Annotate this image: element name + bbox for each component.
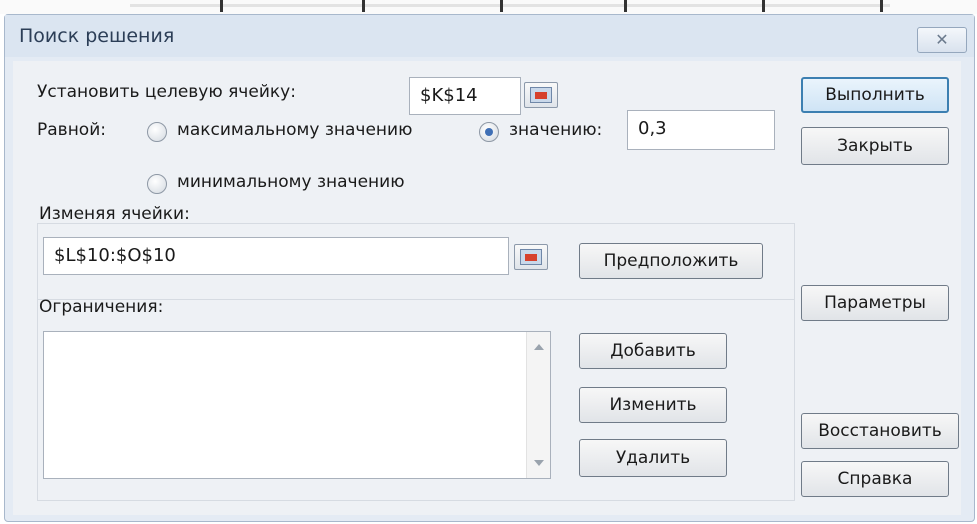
radio-value-label[interactable]: значению: <box>509 120 602 140</box>
delete-constraint-button[interactable]: Удалить <box>579 439 727 477</box>
radio-max[interactable] <box>147 122 167 142</box>
grid-tick <box>880 0 883 12</box>
options-button[interactable]: Параметры <box>801 285 949 321</box>
solver-dialog: Поиск решения ✕ Установить целевую ячейк… <box>4 14 975 522</box>
radio-max-label[interactable]: максимальному значению <box>177 120 412 140</box>
value-input[interactable]: 0,3 <box>627 110 775 150</box>
radio-min[interactable] <box>147 174 167 194</box>
close-icon: ✕ <box>935 30 949 49</box>
constraints-scrollbar[interactable] <box>526 332 550 478</box>
spreadsheet-background <box>0 0 977 14</box>
reset-button-label: Восстановить <box>818 421 942 441</box>
run-button-label: Выполнить <box>825 85 925 105</box>
target-cell-ref-button[interactable] <box>524 82 558 108</box>
help-button[interactable]: Справка <box>801 461 949 497</box>
add-constraint-label: Добавить <box>610 341 696 361</box>
options-button-label: Параметры <box>824 293 926 313</box>
guess-button[interactable]: Предположить <box>579 243 763 279</box>
scroll-down-arrow-icon[interactable] <box>534 460 544 466</box>
dialog-body: Установить целевую ячейку: $K$14 Равной:… <box>13 61 961 515</box>
changing-cells-label: Изменяя ячейки: <box>39 204 190 224</box>
guess-button-label: Предположить <box>603 251 739 271</box>
target-cell-label: Установить целевую ячейку: <box>37 82 296 102</box>
grid-tick <box>220 0 223 12</box>
help-button-label: Справка <box>837 469 913 489</box>
change-constraint-button[interactable]: Изменить <box>579 387 727 423</box>
reset-button[interactable]: Восстановить <box>801 413 959 449</box>
grid-tick <box>362 0 365 12</box>
add-constraint-button[interactable]: Добавить <box>579 333 727 369</box>
close-window-button[interactable]: ✕ <box>917 27 967 53</box>
target-cell-value: $K$14 <box>420 85 478 106</box>
changing-cells-input[interactable]: $L$10:$O$10 <box>43 237 509 275</box>
target-cell-input[interactable]: $K$14 <box>409 77 521 115</box>
grid-line <box>130 4 890 7</box>
close-dialog-button[interactable]: Закрыть <box>801 127 949 165</box>
selection-marker <box>535 92 547 99</box>
close-dialog-label: Закрыть <box>837 136 913 156</box>
dialog-title: Поиск решения <box>19 25 175 47</box>
run-button[interactable]: Выполнить <box>801 77 949 113</box>
constraints-list[interactable] <box>43 331 551 479</box>
radio-value[interactable] <box>479 122 499 142</box>
changing-cells-value: $L$10:$O$10 <box>54 245 176 266</box>
grid-tick <box>762 0 765 12</box>
grid-tick <box>500 0 503 12</box>
grid-tick <box>624 0 627 12</box>
value-input-text: 0,3 <box>638 118 667 139</box>
selection-marker <box>525 254 537 261</box>
constraints-label: Ограничения: <box>39 297 164 317</box>
title-bar[interactable]: Поиск решения ✕ <box>5 15 974 57</box>
equal-to-label: Равной: <box>37 120 106 140</box>
changing-cells-ref-button[interactable] <box>514 244 548 270</box>
scroll-up-arrow-icon[interactable] <box>534 344 544 350</box>
radio-min-label[interactable]: минимальному значению <box>177 172 405 192</box>
change-constraint-label: Изменить <box>609 395 697 415</box>
delete-constraint-label: Удалить <box>615 448 691 468</box>
